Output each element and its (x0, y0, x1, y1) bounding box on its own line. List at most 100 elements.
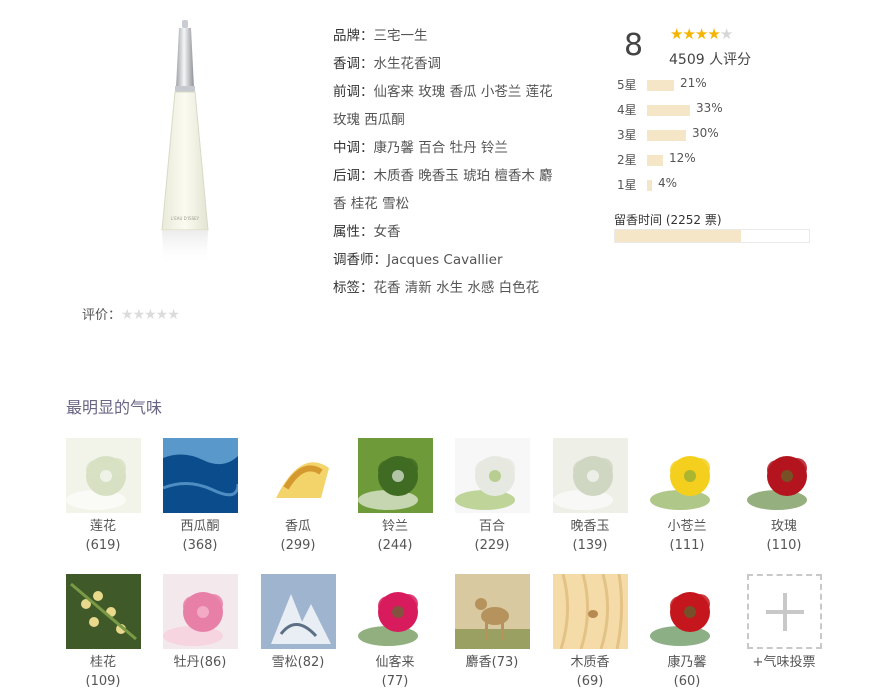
osmanthus-icon[interactable] (65, 574, 141, 649)
note-label[interactable]: 小苍兰 (111) (642, 517, 732, 555)
note-label[interactable]: 雪松(82) (253, 653, 343, 672)
peony-icon[interactable] (162, 574, 238, 649)
cantaloupe-icon[interactable] (260, 438, 336, 513)
note-label[interactable]: 桂花 (109) (58, 653, 148, 691)
star-icon: ★ (670, 25, 683, 43)
longevity-bar-fill (615, 230, 742, 242)
lily-of-the-valley-icon[interactable] (357, 438, 433, 513)
rating-vote-count: 4509 人评分 (669, 52, 752, 68)
note-tile[interactable]: 木质香 (69) (545, 574, 635, 691)
section-title-notes: 最明显的气味 (66, 398, 163, 417)
rose-icon[interactable] (746, 438, 822, 513)
musk-deer-icon[interactable] (454, 574, 530, 649)
lotus-icon[interactable] (65, 438, 141, 513)
attribute-row: 后调：木质香 晚香玉 琥珀 檀香木 麝 (333, 162, 583, 190)
cyclamen-icon[interactable] (357, 574, 433, 649)
cedar-icon[interactable] (260, 574, 336, 649)
rating-score: 8 (624, 28, 644, 63)
distribution-bar (647, 130, 686, 141)
note-label[interactable]: 香瓜 (299) (253, 517, 343, 555)
distribution-percent: 33% (696, 101, 723, 115)
note-tile[interactable]: 铃兰 (244) (350, 438, 440, 555)
note-label[interactable]: 康乃馨 (60) (642, 653, 732, 691)
attribute-label: 后调： (333, 168, 374, 184)
carnation-icon[interactable] (649, 574, 725, 649)
melon-water-icon[interactable] (162, 438, 238, 513)
distribution-percent: 30% (692, 126, 719, 140)
tuberose-icon[interactable] (552, 438, 628, 513)
attribute-label: 属性： (333, 224, 374, 240)
user-rating: 评价：★★★★★ (82, 304, 180, 323)
distribution-label: 2星 (617, 153, 637, 167)
longevity-bar[interactable] (614, 229, 810, 243)
star-icon: ★ (682, 25, 695, 43)
distribution-label: 4星 (617, 103, 637, 117)
star-icon: ★ (694, 25, 708, 43)
attribute-row: 香 桂花 雪松 (333, 190, 583, 218)
lily-icon[interactable] (454, 438, 530, 513)
note-label[interactable]: 西瓜酮 (368) (155, 517, 245, 555)
note-tile[interactable]: 西瓜酮 (368) (155, 438, 245, 555)
svg-text:L'EAU D'ISSEY: L'EAU D'ISSEY (171, 216, 200, 221)
note-tile[interactable]: 小苍兰 (111) (642, 438, 732, 555)
note-label[interactable]: +气味投票 (739, 653, 829, 672)
note-label[interactable]: 木质香 (69) (545, 653, 635, 691)
attribute-value[interactable]: 水生花香调 (374, 56, 442, 72)
note-tile[interactable]: 桂花 (109) (58, 574, 148, 691)
distribution-bar (647, 80, 674, 91)
note-label[interactable]: 仙客来 (77) (350, 653, 440, 691)
attribute-label: 中调： (333, 140, 374, 156)
note-vote-tile[interactable]: +气味投票 (739, 574, 829, 672)
attribute-row: 玫瑰 西瓜酮 (333, 106, 583, 134)
attribute-label: 标签： (333, 280, 374, 296)
note-label[interactable]: 牡丹(86) (155, 653, 245, 672)
note-tile[interactable]: 晚香玉 (139) (545, 438, 635, 555)
note-label[interactable]: 莲花 (619) (58, 517, 148, 555)
note-label[interactable]: 百合 (229) (447, 517, 537, 555)
user-rating-stars[interactable]: ★★★★★ (121, 307, 180, 323)
distribution-bar (647, 105, 690, 116)
note-tile[interactable]: 仙客来 (77) (350, 574, 440, 691)
distribution-row: 5星 21% (617, 76, 777, 101)
attribute-value[interactable]: 三宅一生 (374, 28, 428, 44)
attribute-value[interactable]: Jacques Cavallier (387, 252, 503, 268)
attribute-label: 品牌： (333, 28, 374, 44)
wood-icon[interactable] (552, 574, 628, 649)
note-tile[interactable]: 雪松(82) (253, 574, 343, 672)
note-tile[interactable]: 玫瑰 (110) (739, 438, 829, 555)
note-tile[interactable]: 牡丹(86) (155, 574, 245, 672)
note-label[interactable]: 铃兰 (244) (350, 517, 440, 555)
plus-icon[interactable] (746, 574, 822, 649)
note-label[interactable]: 玫瑰 (110) (739, 517, 829, 555)
rate-label: 评价： (82, 308, 122, 323)
note-tile[interactable]: 康乃馨 (60) (642, 574, 732, 691)
product-image[interactable]: L'EAU D'ISSEY (150, 18, 220, 268)
attribute-label: 香调： (333, 56, 374, 72)
attribute-value[interactable]: 女香 (374, 224, 401, 240)
distribution-label: 1星 (617, 178, 637, 192)
attribute-value[interactable]: 木质香 晚香玉 琥珀 檀香木 麝 (374, 168, 553, 184)
attribute-value[interactable]: 玫瑰 西瓜酮 (333, 112, 405, 128)
note-label[interactable]: 麝香(73) (447, 653, 537, 672)
distribution-bar (647, 180, 652, 191)
star-icon: ★ (719, 25, 733, 43)
attribute-label: 前调： (333, 84, 374, 100)
attribute-value[interactable]: 仙客来 玫瑰 香瓜 小苍兰 莲花 (374, 84, 553, 100)
attribute-row: 前调：仙客来 玫瑰 香瓜 小苍兰 莲花 (333, 78, 583, 106)
freesia-icon[interactable] (649, 438, 725, 513)
distribution-bar (647, 155, 663, 166)
longevity-title: 留香时间 (2252 票) (614, 213, 722, 227)
attribute-value[interactable]: 康乃馨 百合 牡丹 铃兰 (374, 140, 508, 156)
rating-stars: ★★★★★ (670, 25, 733, 43)
note-tile[interactable]: 香瓜 (299) (253, 438, 343, 555)
attribute-row: 调香师：Jacques Cavallier (333, 246, 583, 274)
attribute-value[interactable]: 香 桂花 雪松 (333, 196, 409, 212)
attribute-value[interactable]: 花香 清新 水生 水感 白色花 (374, 280, 540, 296)
perfume-bottle-icon: L'EAU D'ISSEY (161, 20, 209, 266)
note-tile[interactable]: 莲花 (619) (58, 438, 148, 555)
note-tile[interactable]: 百合 (229) (447, 438, 537, 555)
note-label[interactable]: 晚香玉 (139) (545, 517, 635, 555)
attribute-list: 品牌：三宅一生 香调：水生花香调 前调：仙客来 玫瑰 香瓜 小苍兰 莲花 玫瑰 西瓜酮… (333, 22, 583, 302)
distribution-row: 2星 12% (617, 151, 777, 176)
note-tile[interactable]: 麝香(73) (447, 574, 537, 672)
